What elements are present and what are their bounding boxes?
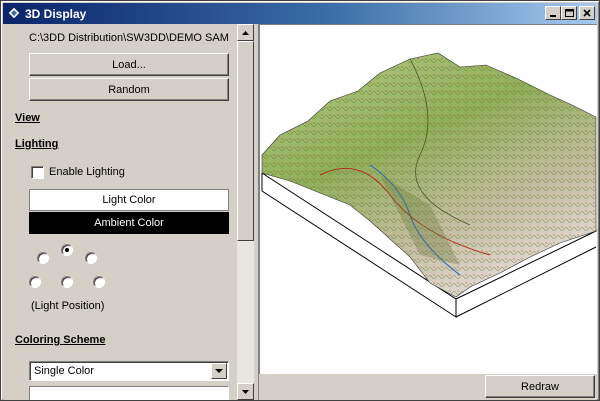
- load-button-label: Load...: [112, 58, 146, 71]
- terrain-texture: [262, 53, 596, 297]
- light-position-top-right-radio[interactable]: [85, 252, 97, 264]
- settings-panel: C:\3DD Distribution\SW3DD\DEMO SAM Load.…: [3, 24, 237, 400]
- scroll-thumb[interactable]: [237, 41, 254, 241]
- dropdown-arrow-button[interactable]: [211, 363, 227, 379]
- light-color-label: Light Color: [102, 194, 156, 206]
- scroll-down-button[interactable]: [237, 383, 254, 400]
- load-button[interactable]: Load...: [29, 53, 229, 76]
- ambient-color-button[interactable]: Ambient Color: [29, 212, 229, 234]
- coloring-scheme-select[interactable]: Single Color: [29, 361, 229, 381]
- terrain-render: [261, 52, 597, 318]
- diamond-app-icon: [7, 6, 21, 20]
- coloring-scheme-value: Single Color: [34, 365, 94, 377]
- enable-lighting-checkbox[interactable]: [31, 166, 44, 179]
- close-icon: [583, 9, 591, 17]
- light-position-bottom-right-radio[interactable]: [93, 276, 105, 288]
- minimize-icon: [550, 15, 556, 17]
- redraw-button[interactable]: Redraw: [485, 375, 595, 398]
- light-position-top-left-radio[interactable]: [37, 252, 49, 264]
- view-section-heading[interactable]: View: [15, 112, 40, 124]
- enable-lighting-label[interactable]: Enable Lighting: [49, 166, 125, 178]
- scroll-up-button[interactable]: [237, 24, 254, 41]
- coloring-scheme-heading[interactable]: Coloring Scheme: [15, 334, 105, 346]
- ambient-color-label: Ambient Color: [94, 217, 164, 229]
- redraw-button-label: Redraw: [521, 380, 559, 393]
- maximize-button[interactable]: [561, 6, 577, 20]
- light-position-bottom-left-radio[interactable]: [29, 276, 41, 288]
- minimize-button[interactable]: [545, 6, 561, 20]
- light-position-bottom-center-radio[interactable]: [61, 276, 73, 288]
- window-title: 3D Display: [25, 7, 87, 21]
- arrow-up-icon: [242, 30, 249, 35]
- settings-scrollbar[interactable]: [237, 24, 254, 400]
- partial-field[interactable]: [29, 386, 229, 400]
- 3d-viewport[interactable]: [259, 24, 597, 374]
- lighting-section-heading[interactable]: Lighting: [15, 138, 58, 150]
- title-bar[interactable]: 3D Display: [3, 3, 597, 24]
- app-window: 3D Display C:\3DD Distribution\SW3DD\DEM…: [0, 0, 600, 401]
- maximize-icon: [564, 9, 574, 17]
- close-button[interactable]: [579, 6, 595, 20]
- arrow-down-icon: [242, 389, 249, 394]
- random-button[interactable]: Random: [29, 78, 229, 101]
- file-path-label: C:\3DD Distribution\SW3DD\DEMO SAM: [29, 32, 229, 44]
- light-position-top-center-radio[interactable]: [61, 244, 73, 256]
- chevron-down-icon: [215, 368, 223, 373]
- random-button-label: Random: [108, 83, 150, 96]
- light-position-caption: (Light Position): [31, 300, 105, 312]
- viewer-toolbar: Redraw: [259, 374, 597, 400]
- light-color-button[interactable]: Light Color: [29, 189, 229, 211]
